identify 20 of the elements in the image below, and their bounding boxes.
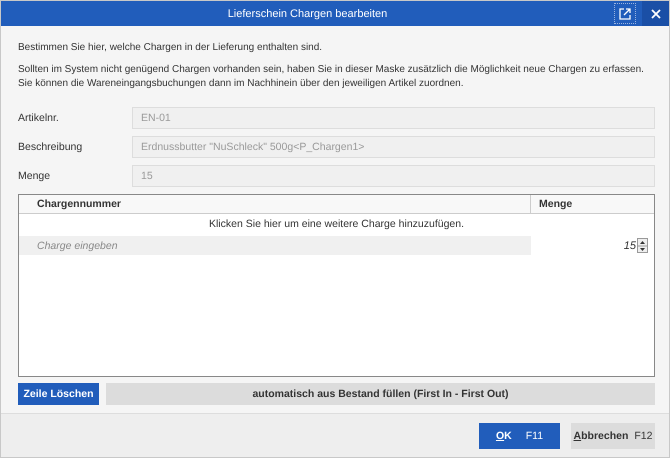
add-row-hint[interactable]: Klicken Sie hier um eine weitere Charge hinzuzufügen.	[19, 214, 654, 236]
external-link-icon	[619, 8, 631, 20]
table-cell: 15	[624, 240, 636, 252]
spinner-control[interactable]	[637, 238, 648, 253]
action-button[interactable]: automatisch aus Bestand füllen (First In - First Out)	[106, 383, 655, 405]
cancel-button[interactable]: Abbrechen F12	[571, 422, 655, 448]
instruction-text: Bestimmen Sie hier, welche Chargen in der Lieferung enthalten sind.	[18, 41, 324, 55]
column-header[interactable]: Menge	[531, 195, 654, 213]
ok-button[interactable]: OK F11	[479, 422, 560, 448]
field-label: Beschreibung	[18, 141, 84, 153]
input-field[interactable]: Charge eingeben	[19, 236, 531, 255]
popout-button[interactable]	[614, 3, 636, 24]
instruction-text: Sollten im System nicht genügend Chargen vorhanden sein, haben Sie in dieser Maske zusätzlich die Möglichkeit neue Chargen zu erfassen. Sie können die Wareneingangsbuchungen dann im Nachhinein über den jeweiligen Artikel zuordnen.	[18, 63, 645, 91]
window-title: Lieferschein Chargen bearbeiten	[226, 8, 388, 20]
action-button[interactable]: Zeile Löschen	[18, 383, 99, 405]
field-label: Artikelnr.	[18, 112, 60, 124]
close-button[interactable]	[642, 1, 669, 26]
field-label: Menge	[18, 170, 52, 182]
close-icon	[650, 8, 660, 18]
column-header[interactable]: Chargennummer	[19, 195, 531, 213]
